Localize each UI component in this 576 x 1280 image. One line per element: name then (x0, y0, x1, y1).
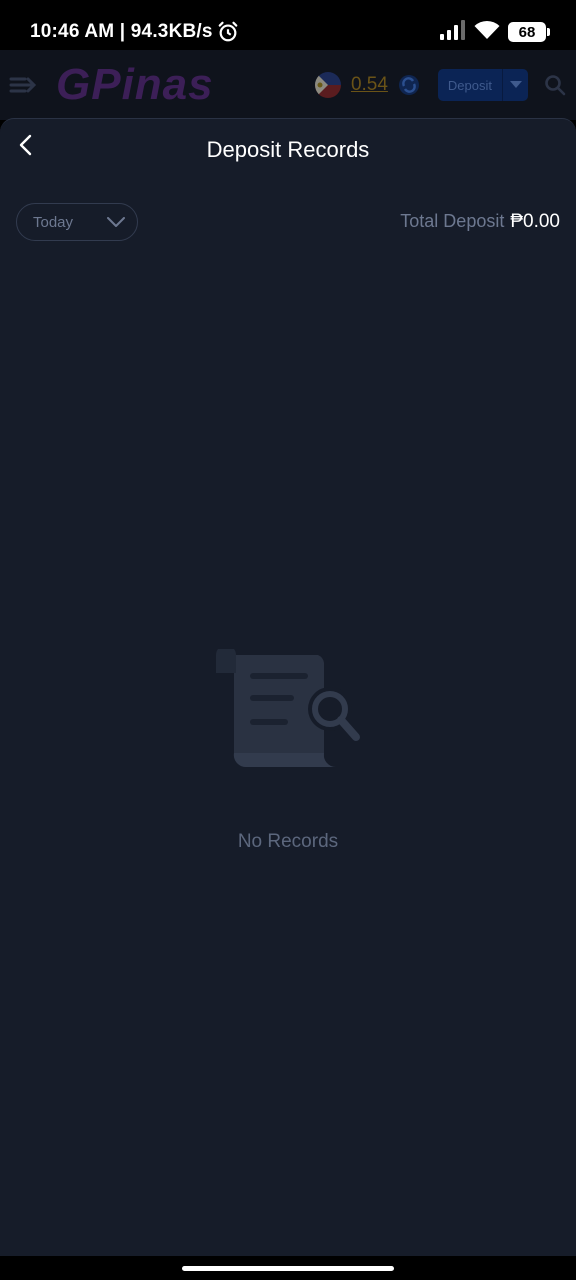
home-indicator[interactable] (182, 1266, 394, 1271)
battery-level: 68 (518, 23, 536, 41)
header-deposit-label: Deposit (447, 77, 492, 93)
search-icon[interactable] (542, 72, 568, 98)
sheet-header: Deposit Records (0, 119, 576, 179)
menu-toggle-icon[interactable] (8, 73, 38, 97)
date-filter-value: Today (33, 213, 74, 231)
status-time-group: 10:46 AM | 94.3KB/s (30, 21, 239, 43)
screen: 10:46 AM | 94.3KB/s 68 GPinas 0.54 Depos… (0, 0, 576, 1280)
alarm-icon (217, 21, 239, 43)
battery-icon: 68 (508, 22, 550, 42)
date-filter-select[interactable]: Today (16, 203, 138, 241)
philippines-flag-icon (314, 72, 341, 98)
no-records-document-search-icon (208, 645, 368, 779)
deposit-records-sheet: Deposit Records Today Total Deposit ₱0.0… (0, 118, 576, 1256)
refresh-balance-icon[interactable] (398, 74, 420, 96)
wifi-icon (474, 20, 500, 45)
total-deposit: Total Deposit ₱0.00 (400, 211, 560, 233)
caret-down-icon[interactable] (502, 69, 528, 101)
app-header: GPinas 0.54 Deposit (0, 50, 576, 120)
empty-state-text: No Records (237, 831, 339, 852)
header-right: 0.54 Deposit (314, 69, 568, 101)
status-time-speed: 10:46 AM | 94.3KB/s (30, 21, 213, 42)
filter-row: Today Total Deposit ₱0.00 (0, 192, 576, 252)
empty-state: No Records (0, 645, 576, 853)
chevron-down-icon (107, 216, 125, 228)
status-icons: 68 (440, 19, 550, 45)
logo-text: GPinas (56, 60, 214, 109)
total-deposit-value: ₱0.00 (510, 211, 560, 232)
signal-icon (440, 19, 466, 45)
page-title: Deposit Records (206, 137, 370, 162)
total-deposit-label: Total Deposit (400, 211, 505, 231)
gpinas-logo[interactable]: GPinas (56, 57, 214, 113)
balance-amount[interactable]: 0.54 (351, 74, 388, 96)
header-deposit-button[interactable]: Deposit (437, 69, 528, 101)
back-arrow-icon[interactable] (12, 131, 40, 159)
